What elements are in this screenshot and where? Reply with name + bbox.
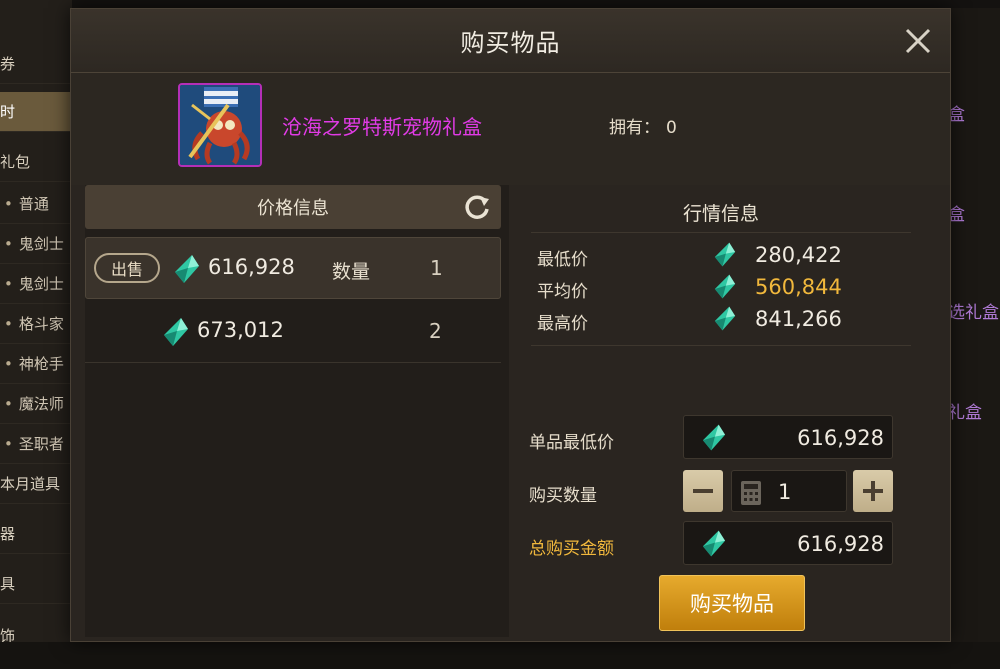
stat-value: 560,844	[755, 275, 842, 299]
background-list-item: 盒	[948, 105, 965, 125]
dialog-title: 购买物品	[460, 29, 561, 57]
unit-price-value: 616,928	[797, 426, 884, 450]
sidebar-item[interactable]: 鬼剑士	[0, 224, 72, 264]
decrease-button[interactable]	[683, 470, 723, 512]
market-info-title: 行情信息	[682, 203, 759, 225]
sidebar-item[interactable]: 礼包	[0, 142, 72, 182]
background-top-bar	[0, 0, 1000, 8]
stat-value: 280,422	[755, 243, 842, 267]
quantity-value: 1	[778, 480, 792, 504]
gem-icon	[175, 255, 199, 283]
sidebar-item[interactable]: 具	[0, 564, 72, 604]
gem-icon	[702, 530, 726, 557]
sidebar-item[interactable]: 圣职者	[0, 424, 72, 464]
refresh-icon[interactable]	[463, 193, 491, 221]
market-info-panel: 行情信息 最低价 280,422 平均价 560,844 最高价 841,266…	[513, 185, 947, 637]
quantity-label: 数量	[332, 261, 371, 283]
gem-icon	[714, 242, 736, 267]
item-name: 沧海之罗特斯宠物礼盒	[282, 115, 482, 139]
market-info-header: 行情信息	[531, 193, 911, 233]
owned-value: 0	[666, 118, 677, 138]
sidebar-item[interactable]: 器	[0, 514, 72, 554]
gem-icon	[714, 306, 736, 331]
listing-row[interactable]: 出售 616,928 数量 1	[85, 237, 501, 299]
total-amount-value: 616,928	[797, 532, 884, 556]
background-sidebar: 券时礼包普通鬼剑士鬼剑士格斗家神枪手魔法师圣职者本月道具器具饰	[0, 0, 72, 669]
stat-value: 841,266	[755, 307, 842, 331]
buy-item-button[interactable]: 购买物品	[659, 575, 805, 631]
quantity-label: 购买数量	[529, 486, 597, 506]
total-amount-field: 616,928	[683, 521, 893, 565]
background-list-item: 选礼盒	[948, 303, 999, 323]
sidebar-item[interactable]: 普通	[0, 184, 72, 224]
item-info-row: 沧海之罗特斯宠物礼盒 拥有： 0	[71, 73, 950, 185]
sidebar-item[interactable]: 格斗家	[0, 304, 72, 344]
sidebar-item[interactable]: 券	[0, 44, 72, 84]
stat-label: 最低价	[537, 250, 588, 270]
plus-icon	[863, 481, 883, 501]
owned-count: 拥有： 0	[609, 113, 677, 138]
stat-label: 平均价	[537, 282, 588, 302]
average-price-row: 平均价 560,844	[537, 274, 917, 303]
gem-icon	[714, 274, 736, 299]
close-icon[interactable]	[902, 25, 934, 57]
divider	[531, 345, 911, 346]
total-amount-label: 总购买金额	[529, 539, 614, 559]
sidebar-item[interactable]: 神枪手	[0, 344, 72, 384]
sidebar-item[interactable]: 时	[0, 92, 72, 132]
sidebar-item[interactable]: 魔法师	[0, 384, 72, 424]
listing-quantity: 1	[430, 256, 443, 280]
quantity-input[interactable]: 1	[731, 470, 847, 512]
listing-row[interactable]: 673,012 2	[85, 301, 501, 363]
gem-icon	[164, 318, 188, 346]
background-bottom-bar	[0, 642, 1000, 669]
background-list-item: 礼盒	[948, 403, 982, 423]
stat-label: 最高价	[537, 314, 588, 334]
increase-button[interactable]	[853, 470, 893, 512]
listing-price: 673,012	[197, 318, 284, 342]
sell-badge: 出售	[94, 253, 160, 283]
gem-icon	[702, 424, 726, 451]
listing-quantity: 2	[429, 319, 442, 343]
background-list-item: 盒	[948, 205, 965, 225]
purchase-dialog: 购买物品 沧海之罗特斯宠物礼盒 拥有： 0 价格信息 出售 616,928 数量…	[70, 8, 951, 642]
calculator-icon[interactable]	[740, 480, 762, 506]
pet-gift-box-icon[interactable]	[178, 83, 262, 167]
sidebar-item[interactable]: 鬼剑士	[0, 264, 72, 304]
price-info-panel: 价格信息 出售 616,928 数量 1 673,012 2	[85, 185, 509, 637]
sidebar-item[interactable]: 本月道具	[0, 464, 72, 504]
listing-price: 616,928	[208, 255, 295, 279]
dialog-header: 购买物品	[71, 9, 950, 73]
minus-icon	[693, 489, 713, 493]
unit-price-label: 单品最低价	[529, 433, 614, 453]
owned-label: 拥有：	[609, 118, 660, 138]
price-info-title: 价格信息	[257, 198, 329, 219]
highest-price-row: 最高价 841,266	[537, 306, 917, 335]
price-info-header: 价格信息	[85, 185, 501, 229]
lowest-price-row: 最低价 280,422	[537, 242, 917, 271]
unit-price-field: 616,928	[683, 415, 893, 459]
